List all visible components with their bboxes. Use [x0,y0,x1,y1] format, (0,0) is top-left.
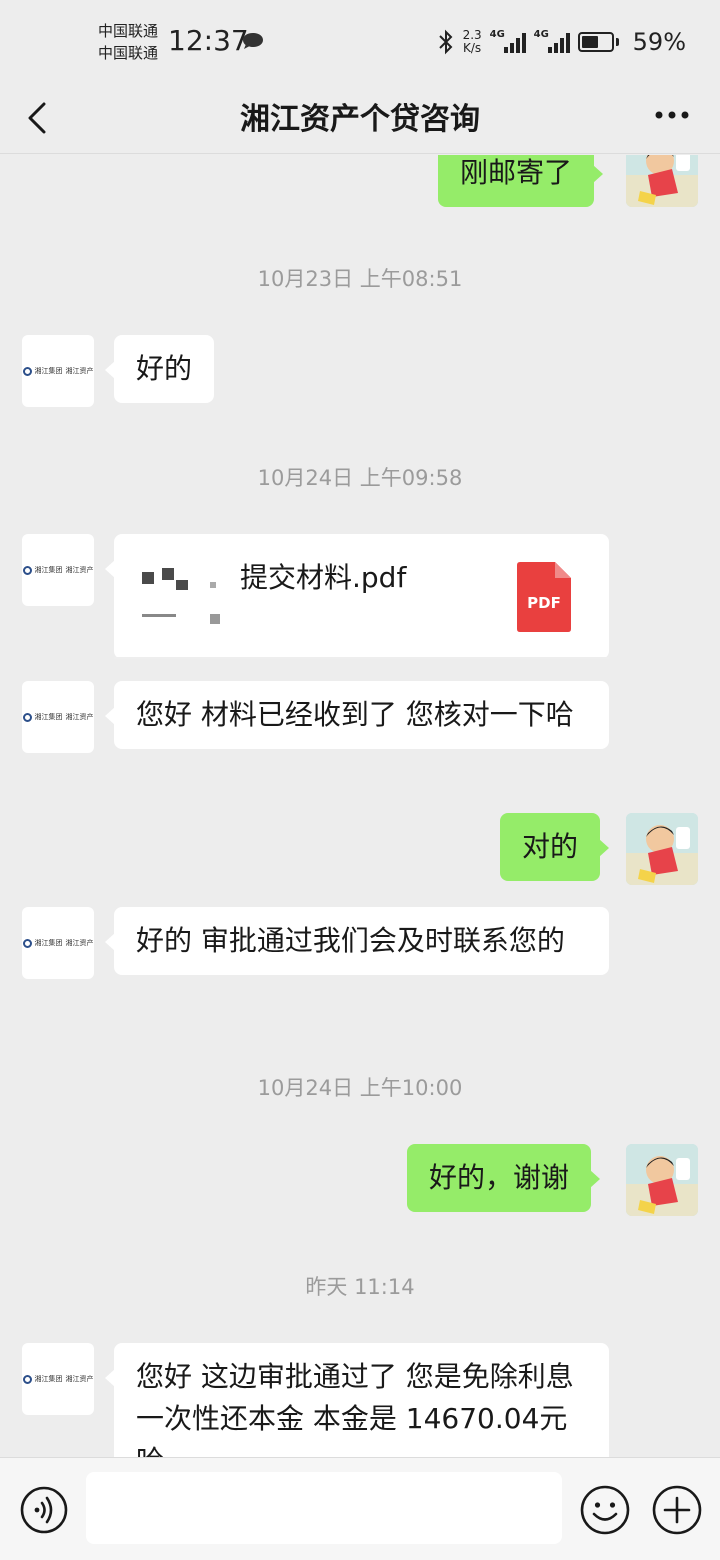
chat-notification-icon [243,33,263,49]
pdf-file-type-label: PDF [527,594,561,612]
carrier-1: 中国联通 [98,22,159,40]
avatar-logo-text: 湘江集团 [34,939,63,947]
network-type-1: 4G [489,29,505,40]
network-speed: 2.3 K/s [463,29,482,55]
status-bar: 中国联通 中国联通 12:37 2.3 K/s 4G 4G 59% [0,0,720,84]
redaction-mark [210,614,220,624]
input-bar [0,1457,720,1560]
avatar-logo-text: 湘江集团 [34,367,63,375]
carrier-names: 中国联通 中国联通 [98,20,158,64]
company-logo-icon [22,366,32,376]
battery-icon [577,32,619,52]
company-logo-icon [22,565,32,575]
network-speed-unit: K/s [463,41,482,55]
user-avatar[interactable] [626,813,698,885]
avatar-logo-text: 湘江资产 [65,367,94,375]
message-bubble-outgoing[interactable]: 好的，谢谢 [407,1144,601,1212]
contact-avatar[interactable]: 湘江集团 湘江资产 [22,1343,94,1415]
message-input[interactable] [86,1472,562,1544]
user-avatar-image [626,813,698,885]
user-avatar[interactable] [626,1144,698,1216]
file-name: 提交材料.pdf [240,561,407,594]
battery-percent: 59% [632,28,686,56]
file-message-card[interactable]: 提交材料.pdf PDF [105,534,609,659]
message-bubble-outgoing[interactable]: 刚邮寄了 [438,155,604,207]
message-bubble-incoming[interactable]: 好的 审批通过我们会及时联系您的 [105,907,609,975]
user-avatar[interactable] [626,155,698,207]
redaction-mark [210,582,216,588]
avatar-logo-text: 湘江集团 [34,566,63,574]
file-card-divider [114,657,609,659]
contact-avatar[interactable]: 湘江集团 湘江资产 [22,534,94,606]
redaction-mark [176,580,188,590]
more-icon[interactable] [654,110,690,120]
avatar-logo-text: 湘江资产 [65,566,94,574]
avatar-logo-text: 湘江资产 [65,713,94,721]
company-logo-icon [22,712,32,722]
message-timestamp: 10月24日 上午10:00 [257,1076,463,1100]
avatar-logo-text: 湘江资产 [65,939,94,947]
status-time: 12:37 [168,24,249,57]
redaction-mark [142,572,154,584]
carrier-2: 中国联通 [98,44,159,62]
chat-messages[interactable]: 刚邮寄了 10月23日 上午08:51 湘江集团 湘江资产 好的 10月24日 … [0,155,720,1457]
chat-title: 湘江资产个贷咨询 [240,102,480,137]
contact-avatar[interactable]: 湘江集团 湘江资产 [22,335,94,407]
avatar-logo-text: 湘江资产 [65,1375,94,1383]
message-bubble-incoming[interactable]: 您好 这边审批通过了 您是免除利息一次性还本金 本金是 14670.04元哈 [105,1343,609,1457]
status-indicators: 2.3 K/s 4G 4G 59% [437,22,686,62]
avatar-logo-text: 湘江集团 [34,713,63,721]
battery-level [581,36,599,48]
signal-icon: 4G [489,29,526,53]
redaction-mark [142,614,176,617]
signal-icon: 4G [533,29,570,53]
message-bubble-incoming[interactable]: 您好 材料已经收到了 您核对一下哈 [105,681,609,749]
plus-icon[interactable] [652,1485,702,1535]
company-logo-icon [22,1374,32,1384]
message-timestamp: 10月23日 上午08:51 [257,267,463,291]
bluetooth-icon [438,29,452,55]
redaction-mark [162,568,174,580]
emoji-icon[interactable] [580,1485,630,1535]
contact-avatar[interactable]: 湘江集团 湘江资产 [22,907,94,979]
user-avatar-image [626,155,698,207]
message-timestamp: 10月24日 上午09:58 [257,466,463,490]
message-bubble-incoming[interactable]: 好的 [104,335,215,403]
contact-avatar[interactable]: 湘江集团 湘江资产 [22,681,94,753]
user-avatar-image [626,1144,698,1216]
company-logo-icon [22,938,32,948]
avatar-logo-text: 湘江集团 [34,1375,63,1383]
message-timestamp: 昨天 11:14 [305,1275,415,1299]
network-type-2: 4G [533,29,549,40]
voice-icon[interactable] [20,1486,68,1534]
message-bubble-outgoing[interactable]: 对的 [500,813,610,881]
nav-bar: 湘江资产个贷咨询 [0,84,720,154]
